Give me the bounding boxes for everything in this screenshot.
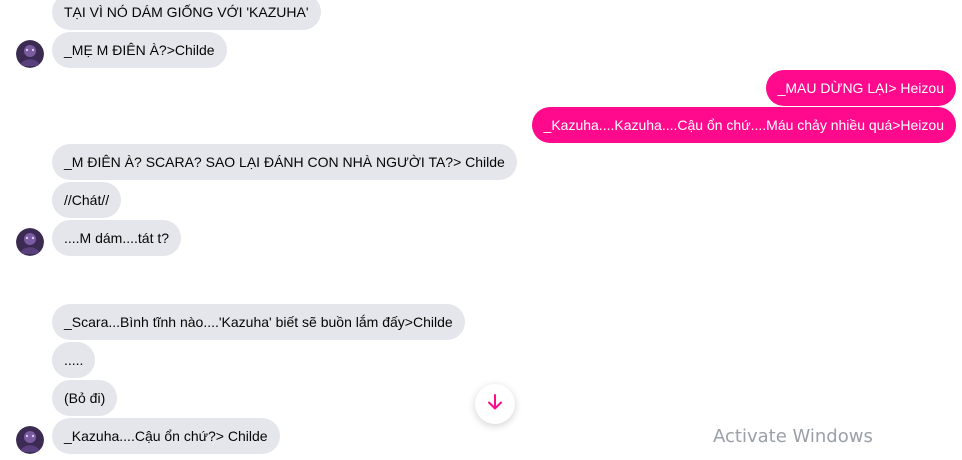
message-text: ..... (64, 352, 84, 368)
message-text: //Chát// (64, 192, 110, 208)
message-bubble-incoming[interactable]: _MẸ M ĐIÊN À?>Childe (52, 32, 227, 68)
message-bubble-incoming[interactable]: _Scara...Bình tĩnh nào....'Kazuha' biết … (52, 304, 465, 340)
message-bubble-outgoing[interactable]: _Kazuha....Kazuha....Cậu ổn chứ....Máu c… (531, 107, 956, 143)
arrow-down-icon (485, 392, 505, 417)
message-bubble-incoming[interactable]: //Chát// (52, 182, 122, 218)
message-text: (Bỏ đi) (64, 390, 106, 406)
message-bubble-incoming[interactable]: ..... (52, 342, 96, 378)
message-bubble-incoming[interactable]: TẠI VÌ NÓ DÁM GIỐNG VỚI 'KAZUHA' (52, 0, 321, 30)
message-bubble-incoming[interactable]: _Kazuha....Cậu ổn chứ?> Childe (52, 418, 280, 454)
avatar-icon[interactable] (16, 426, 44, 454)
avatar-icon[interactable] (16, 228, 44, 256)
message-text: _MAU DỪNG LẠI> Heizou (777, 80, 944, 96)
message-bubble-incoming[interactable]: ....M dám....tát t? (52, 220, 182, 256)
activate-windows-watermark: Activate Windows (713, 426, 873, 447)
message-text: _Scara...Bình tĩnh nào....'Kazuha' biết … (64, 314, 453, 330)
message-bubble-incoming[interactable]: (Bỏ đi) (52, 380, 118, 416)
scroll-to-bottom-button[interactable] (475, 384, 515, 424)
message-text: ....M dám....tát t? (64, 230, 170, 246)
message-bubble-incoming[interactable]: _M ĐIÊN À? SCARA? SAO LẠI ĐÁNH CON NHÀ N… (52, 144, 517, 180)
message-text: _Kazuha....Kazuha....Cậu ổn chứ....Máu c… (543, 117, 944, 133)
message-text: _M ĐIÊN À? SCARA? SAO LẠI ĐÁNH CON NHÀ N… (64, 154, 505, 170)
message-bubble-outgoing[interactable]: _MAU DỪNG LẠI> Heizou (765, 70, 956, 106)
chat-thread: TẠI VÌ NÓ DÁM GIỐNG VỚI 'KAZUHA' _MẸ M Đ… (0, 0, 962, 460)
avatar-icon[interactable] (16, 40, 44, 68)
message-text: _Kazuha....Cậu ổn chứ?> Childe (64, 428, 268, 444)
message-text: TẠI VÌ NÓ DÁM GIỐNG VỚI 'KAZUHA' (64, 4, 309, 20)
message-text: _MẸ M ĐIÊN À?>Childe (64, 42, 215, 58)
